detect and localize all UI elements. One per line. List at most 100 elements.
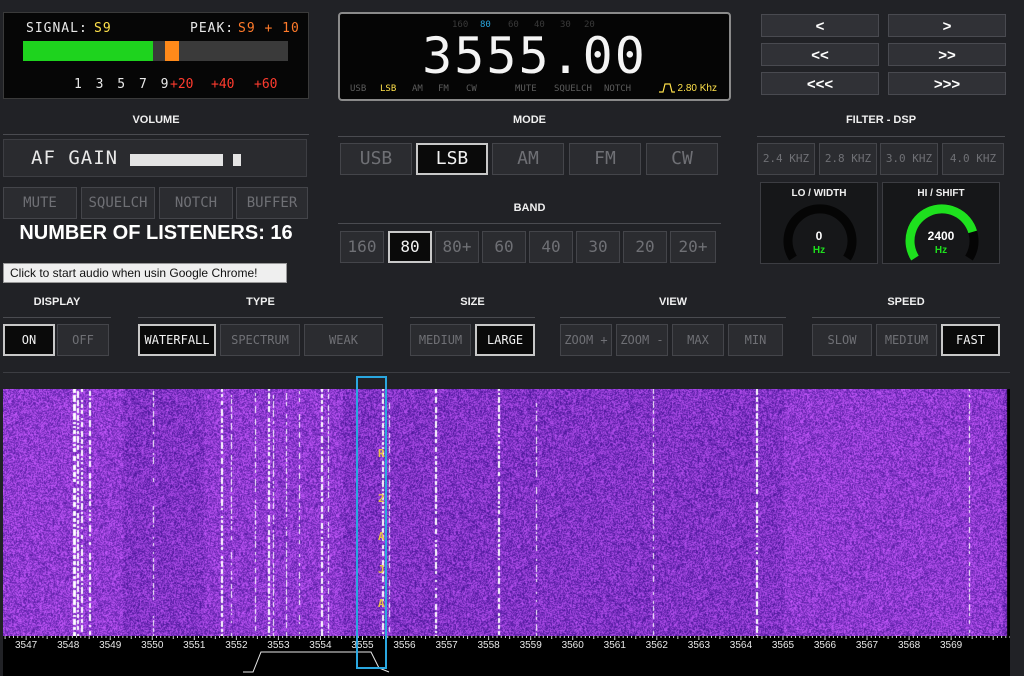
- lo-width-gauge[interactable]: LO / WIDTH 0 Hz: [760, 182, 878, 264]
- ruler-label-3564: 3564: [729, 640, 753, 651]
- signal-label: SIGNAL:: [26, 21, 88, 36]
- mode-am-button[interactable]: AM: [492, 143, 564, 175]
- speed-title: SPEED: [887, 296, 925, 308]
- hi-shift-gauge[interactable]: HI / SHIFT 2400 Hz: [882, 182, 1000, 264]
- filter-readout: 2.80 Khz: [658, 83, 717, 94]
- filter-2-4-khz-button[interactable]: 2.4 KHZ: [757, 143, 815, 175]
- waterfall-divider: [3, 372, 1010, 373]
- mode-fm-button[interactable]: FM: [569, 143, 641, 175]
- mode-indicator-mute: MUTE: [515, 84, 537, 94]
- view-zoom-button[interactable]: ZOOM +: [560, 324, 612, 356]
- filter-3-0-khz-button[interactable]: 3.0 KHZ: [880, 143, 938, 175]
- mode-lsb-button[interactable]: LSB: [416, 143, 488, 175]
- type-divider: [138, 317, 383, 318]
- view-zoom-button[interactable]: ZOOM -: [616, 324, 668, 356]
- band-160-button[interactable]: 160: [340, 231, 384, 263]
- tune-up-medium-button[interactable]: >>: [888, 43, 1006, 66]
- mode-divider: [338, 136, 721, 137]
- speed-medium-button[interactable]: MEDIUM: [876, 324, 937, 356]
- s-meter: SIGNAL: S9 PEAK: S9 + 10 1 3 5 7 9 +20 +…: [3, 12, 309, 99]
- meter-scale-plus20: +20: [170, 77, 194, 92]
- volume-buffer-button[interactable]: BUFFER: [236, 187, 308, 219]
- type-weak-button[interactable]: WEAK: [304, 324, 383, 356]
- meter-scale-plus60: +60: [254, 77, 278, 92]
- size-medium-button[interactable]: MEDIUM: [410, 324, 471, 356]
- view-max-button[interactable]: MAX: [672, 324, 724, 356]
- display-off-button[interactable]: OFF: [57, 324, 109, 356]
- band-title: BAND: [513, 202, 546, 214]
- view-min-button[interactable]: MIN: [728, 324, 783, 356]
- tune-down-large-button[interactable]: <<<: [761, 72, 879, 95]
- tune-up-large-button[interactable]: >>>: [888, 72, 1006, 95]
- speed-slow-button[interactable]: SLOW: [812, 324, 872, 356]
- frequency-ruler[interactable]: 3547 3548 3549 3550 3551 3552 3553 3554 3555 3556…: [3, 636, 1010, 676]
- filter-4-0-khz-button[interactable]: 4.0 KHZ: [942, 143, 1004, 175]
- volume-squelch-button[interactable]: SQUELCH: [81, 187, 155, 219]
- chrome-audio-button[interactable]: Click to start audio when usin Google Ch…: [3, 263, 287, 283]
- af-gain-control[interactable]: AF GAIN: [3, 139, 307, 177]
- ruler-label-3547: 3547: [14, 640, 38, 651]
- meter-scale-s: 1 3 5 7 9: [74, 77, 172, 92]
- display-divider: [3, 317, 111, 318]
- mode-usb-button[interactable]: USB: [340, 143, 412, 175]
- filter-shape-icon: [658, 83, 675, 93]
- hi-shift-value: 2400: [927, 229, 955, 243]
- size-large-button[interactable]: LARGE: [475, 324, 535, 356]
- ruler-label-3551: 3551: [183, 640, 206, 651]
- speed-divider: [812, 317, 1000, 318]
- view-title: VIEW: [658, 296, 688, 308]
- ruler-label-3561: 3561: [603, 640, 626, 651]
- band-20-button[interactable]: 20: [623, 231, 667, 263]
- ruler-label-3559: 3559: [519, 640, 542, 651]
- ruler-label-3558: 3558: [477, 640, 500, 651]
- ruler-label-3565: 3565: [771, 640, 795, 651]
- display-on-button[interactable]: ON: [3, 324, 55, 356]
- frequency-display[interactable]: 160 80 60 40 30 20 3555.00 USB LSB AM FM CW MUTE SQ…: [338, 12, 731, 101]
- filter-title: FILTER - DSP: [845, 114, 917, 126]
- band-60-button[interactable]: 60: [482, 231, 526, 263]
- ruler-label-3549: 3549: [99, 640, 122, 651]
- signal-meter-peak: [164, 41, 179, 61]
- band-30-button[interactable]: 30: [576, 231, 620, 263]
- type-waterfall-button[interactable]: WATERFALL: [138, 324, 216, 356]
- ruler-label-3566: 3566: [813, 640, 837, 651]
- volume-title: VOLUME: [132, 114, 180, 126]
- mode-indicator-lsb: LSB: [380, 84, 397, 94]
- meter-scale-plus40: +40: [211, 77, 235, 92]
- tune-down-small-button[interactable]: <: [761, 14, 879, 37]
- size-title: SIZE: [460, 296, 485, 308]
- band-80-button[interactable]: 80+: [435, 231, 479, 263]
- tuning-marker[interactable]: [356, 376, 387, 669]
- volume-divider: [3, 134, 309, 135]
- mode-cw-button[interactable]: CW: [646, 143, 718, 175]
- ruler-label-3556: 3556: [393, 640, 416, 651]
- volume-notch-button[interactable]: NOTCH: [159, 187, 233, 219]
- band-20-button[interactable]: 20+: [670, 231, 716, 263]
- tune-up-small-button[interactable]: >: [888, 14, 1006, 37]
- display-title: DISPLAY: [33, 296, 81, 308]
- volume-mute-button[interactable]: MUTE: [3, 187, 77, 219]
- mode-indicator-usb: USB: [350, 84, 367, 94]
- lo-width-title: LO / WIDTH: [791, 188, 847, 199]
- speed-fast-button[interactable]: FAST: [941, 324, 1000, 356]
- af-gain-slider[interactable]: [130, 154, 260, 166]
- af-gain-slider-gap: [223, 154, 233, 166]
- peak-label: PEAK:: [190, 21, 235, 36]
- mode-title: MODE: [513, 114, 546, 126]
- band-80-button[interactable]: 80: [388, 231, 432, 263]
- filter-2-8-khz-button[interactable]: 2.8 KHZ: [819, 143, 877, 175]
- mode-indicator-fm: FM: [438, 84, 449, 94]
- type-spectrum-button[interactable]: SPECTRUM: [220, 324, 300, 356]
- waterfall-display[interactable]: [3, 389, 1010, 636]
- mode-indicator-notch: NOTCH: [604, 84, 632, 94]
- lo-width-unit: Hz: [812, 245, 826, 256]
- view-divider: [560, 317, 786, 318]
- frequency-value[interactable]: 3555.00: [340, 27, 729, 85]
- filter-readout-text: 2.80 Khz: [677, 83, 717, 94]
- hi-shift-title: HI / SHIFT: [917, 188, 965, 199]
- ruler-label-3568: 3568: [897, 640, 921, 651]
- signal-value: S9: [94, 21, 112, 36]
- tune-down-medium-button[interactable]: <<: [761, 43, 879, 66]
- band-40-button[interactable]: 40: [529, 231, 573, 263]
- lo-width-value: 0: [815, 229, 823, 243]
